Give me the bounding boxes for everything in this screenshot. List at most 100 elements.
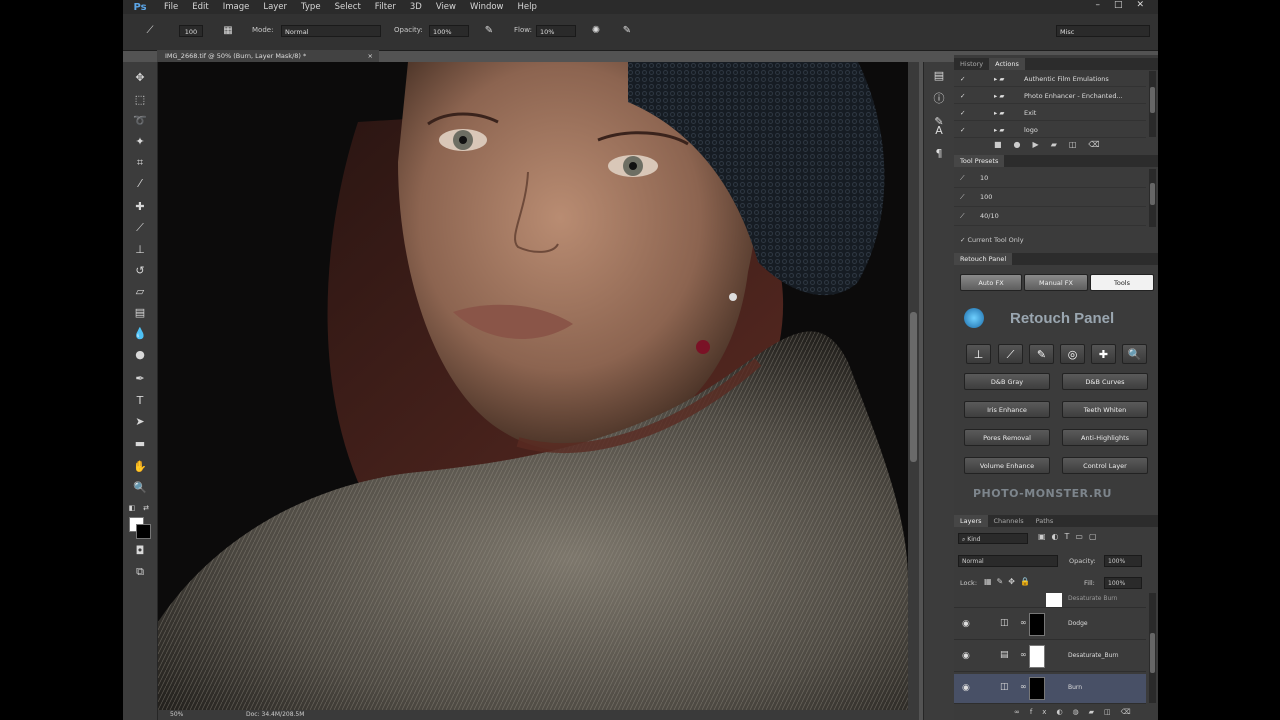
menu-3d[interactable]: 3D — [403, 2, 429, 12]
pressure-size-icon[interactable]: ✎ — [620, 24, 634, 38]
actions-scrollbar[interactable] — [1149, 71, 1156, 137]
crop-tool-icon[interactable]: ⌗ — [132, 155, 148, 171]
link-icon[interactable]: ∞ — [1020, 650, 1027, 659]
swap-colors-icon[interactable]: ⇄ — [141, 500, 151, 516]
brush-tool-icon[interactable]: ⟋ — [143, 24, 157, 38]
menu-select[interactable]: Select — [328, 2, 368, 12]
anti-highlights-button[interactable]: Anti-Highlights — [1062, 429, 1148, 446]
action-row[interactable]: ✓ ▸ ▰ Authentic Film Emulations — [954, 71, 1146, 87]
layers-footer-icons[interactable]: ∞fx◐◍▰◫⌫ — [1014, 708, 1141, 716]
preset-row[interactable]: ⟋ 40/10 — [954, 207, 1146, 226]
opacity-field[interactable]: 100% — [429, 25, 469, 37]
brush-icon[interactable]: ⟋ — [998, 344, 1023, 364]
pressure-opacity-icon[interactable]: ✎ — [482, 24, 496, 38]
paragraph-panel-icon[interactable]: ¶ — [931, 146, 947, 162]
minimize-button[interactable]: – — [1095, 0, 1100, 10]
current-tool-only-checkbox[interactable]: ✓ Current Tool Only — [960, 236, 1024, 244]
workspace-dropdown[interactable]: Misc — [1056, 25, 1150, 37]
blur-tool-icon[interactable]: 💧 — [132, 326, 148, 342]
move-tool-icon[interactable]: ✥ — [132, 70, 148, 86]
tab-layers[interactable]: Layers — [954, 515, 988, 527]
action-check-icon[interactable]: ✓ — [960, 71, 965, 87]
visibility-eye-icon[interactable]: ◉ — [962, 683, 970, 693]
background-color-swatch[interactable] — [136, 524, 151, 539]
db-curves-button[interactable]: D&B Curves — [1062, 373, 1148, 390]
action-row[interactable]: ✓ ▸ ▰ Photo Enhancer - Enchanted... — [954, 88, 1146, 104]
document-tab[interactable]: IMG_2668.tif @ 50% (Burn, Layer Mask/8) … — [157, 50, 379, 62]
fill-field[interactable]: 100% — [1104, 577, 1142, 589]
iris-enhance-button[interactable]: Iris Enhance — [964, 401, 1050, 418]
layer-row-selected[interactable]: ◉ ◫ ∞ Burn — [954, 674, 1146, 704]
action-check-icon[interactable]: ✓ — [960, 105, 965, 121]
canvas-scroll-thumb[interactable] — [910, 312, 917, 462]
visibility-eye-icon[interactable]: ◉ — [962, 651, 970, 661]
close-window-button[interactable]: ✕ — [1136, 0, 1144, 10]
maximize-button[interactable]: □ — [1114, 0, 1123, 10]
mode-dropdown[interactable]: Normal — [281, 25, 381, 37]
gradient-tool-icon[interactable]: ▤ — [132, 305, 148, 321]
actions-toolbar-icons[interactable]: ■●▶▰◫⌫ — [994, 140, 1112, 149]
tab-history[interactable]: History — [954, 58, 989, 70]
link-icon[interactable]: ∞ — [1020, 682, 1027, 691]
quick-select-tool-icon[interactable]: ✦ — [132, 134, 148, 150]
clone-stamp-tool-icon[interactable]: ⊥ — [132, 242, 148, 258]
pen-tool-icon[interactable]: ✒ — [132, 371, 148, 387]
control-layer-button[interactable]: Control Layer — [1062, 457, 1148, 474]
layer-row[interactable]: ◉ ◫ ∞ Dodge — [954, 610, 1146, 640]
action-row[interactable]: ✓ ▸ ▰ Exit — [954, 105, 1146, 121]
tab-paths[interactable]: Paths — [1030, 515, 1060, 527]
volume-enhance-button[interactable]: Volume Enhance — [964, 457, 1050, 474]
tab-retouch-panel[interactable]: Retouch Panel — [954, 253, 1013, 265]
brush-tool-icon[interactable]: ⟋ — [132, 220, 148, 236]
preset-row[interactable]: ⟋ 10 — [954, 169, 1146, 188]
action-row[interactable]: ✓ ▸ ▰ logo — [954, 122, 1146, 138]
info-panel-icon[interactable]: ⓘ — [931, 91, 947, 107]
history-panel-icon[interactable]: ▤ — [931, 68, 947, 84]
layer-filter-kind[interactable]: ⌕ Kind — [958, 533, 1028, 544]
default-colors-icon[interactable]: ◧ — [127, 500, 137, 516]
tab-actions[interactable]: Actions — [989, 58, 1025, 70]
retouch-tab-tools[interactable]: Tools — [1090, 274, 1154, 291]
pores-removal-button[interactable]: Pores Removal — [964, 429, 1050, 446]
menu-view[interactable]: View — [429, 2, 463, 12]
link-icon[interactable]: ∞ — [1020, 618, 1027, 627]
layers-scrollbar[interactable] — [1149, 593, 1156, 703]
patch-icon[interactable]: ◎ — [1060, 344, 1085, 364]
type-tool-icon[interactable]: T — [132, 393, 148, 409]
menu-image[interactable]: Image — [216, 2, 257, 12]
eraser-tool-icon[interactable]: ▱ — [132, 284, 148, 300]
preset-row[interactable]: ⟋ 100 — [954, 188, 1146, 207]
lock-icons[interactable]: ▦✎✥🔒 — [984, 577, 1035, 586]
character-panel-icon[interactable]: A — [931, 123, 947, 139]
close-document-icon[interactable]: × — [368, 50, 373, 62]
zoom-tool-icon[interactable]: 🔍 — [132, 480, 148, 496]
menu-window[interactable]: Window — [463, 2, 511, 12]
retouch-tab-auto-fx[interactable]: Auto FX — [960, 274, 1022, 291]
marquee-tool-icon[interactable]: ⬚ — [132, 92, 148, 108]
flow-field[interactable]: 10% — [536, 25, 576, 37]
layer-filter-icons[interactable]: ▣◐T▭▢ — [1038, 532, 1103, 541]
teeth-whiten-button[interactable]: Teeth Whiten — [1062, 401, 1148, 418]
layer-opacity-field[interactable]: 100% — [1104, 555, 1142, 567]
healing-brush-tool-icon[interactable]: ✚ — [132, 199, 148, 215]
path-select-tool-icon[interactable]: ➤ — [132, 414, 148, 430]
pencil-icon[interactable]: ✎ — [1029, 344, 1054, 364]
retouch-tab-manual-fx[interactable]: Manual FX — [1024, 274, 1088, 291]
stamp-icon[interactable]: ⊥ — [966, 344, 991, 364]
document-canvas[interactable] — [158, 62, 908, 710]
visibility-eye-icon[interactable]: ◉ — [962, 619, 970, 629]
menu-layer[interactable]: Layer — [256, 2, 294, 12]
action-check-icon[interactable]: ✓ — [960, 122, 965, 138]
brush-panel-icon[interactable]: ▦ — [221, 24, 235, 38]
menu-type[interactable]: Type — [294, 2, 328, 12]
action-check-icon[interactable]: ✓ — [960, 88, 965, 104]
dodge-tool-icon[interactable]: ● — [132, 347, 148, 363]
tab-tool-presets[interactable]: Tool Presets — [954, 155, 1005, 167]
presets-scrollbar[interactable] — [1149, 169, 1156, 227]
layer-row[interactable]: ◉ ▤ ∞ Desaturate_Burn — [954, 642, 1146, 672]
menu-file[interactable]: File — [157, 2, 185, 12]
quick-mask-icon[interactable]: ◘ — [132, 543, 148, 559]
photo-monster-link[interactable]: PHOTO-MONSTER.RU — [973, 487, 1112, 500]
screen-mode-icon[interactable]: ⧉ — [132, 564, 148, 580]
menu-help[interactable]: Help — [511, 2, 544, 12]
